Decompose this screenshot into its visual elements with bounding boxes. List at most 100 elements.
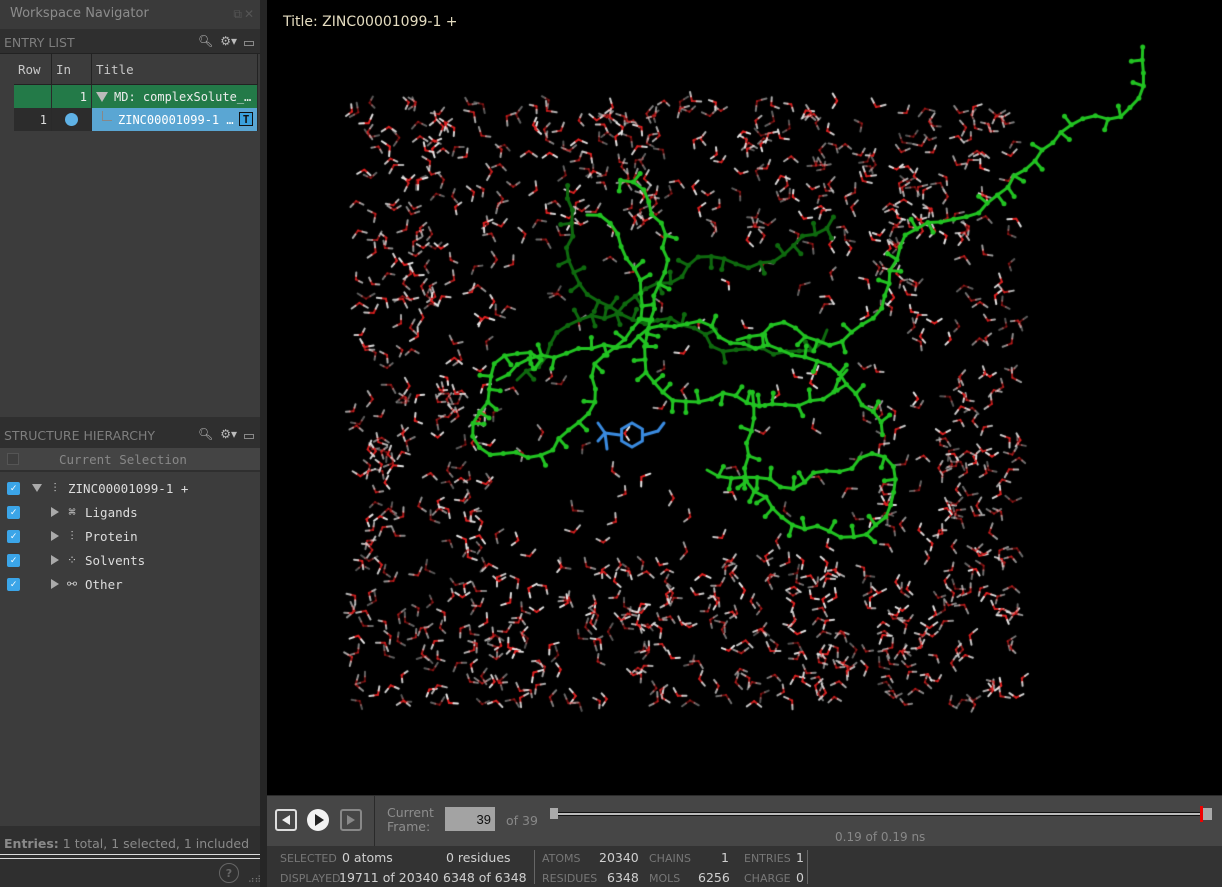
selected-atoms: 0 atoms bbox=[342, 850, 393, 865]
divider bbox=[807, 850, 808, 884]
tree-item-label: Ligands bbox=[85, 504, 138, 520]
search-icon[interactable]: 🔍︎ bbox=[198, 427, 213, 441]
step-forward-icon bbox=[347, 815, 355, 825]
residues-value: 6348 bbox=[607, 870, 639, 885]
expand-triangle-icon[interactable] bbox=[51, 579, 59, 589]
included-toggle[interactable] bbox=[52, 108, 92, 131]
molecular-structure-canvas[interactable] bbox=[267, 0, 1222, 795]
current-frame-input[interactable] bbox=[445, 807, 495, 831]
selected-label: SELECTED bbox=[280, 852, 337, 865]
solvent-dots-icon: ⁘ bbox=[66, 553, 78, 567]
minimize-icon[interactable] bbox=[244, 434, 254, 439]
expand-triangle-icon[interactable] bbox=[51, 507, 59, 517]
tree-item-label: Other bbox=[85, 576, 123, 592]
checkbox-protein[interactable]: ✓ bbox=[7, 529, 20, 543]
tree-item-label: ZINC00001099-1 + bbox=[68, 480, 189, 496]
gear-icon[interactable]: ⚙▾ bbox=[220, 34, 237, 48]
panel-edge bbox=[260, 0, 267, 887]
expand-triangle-icon[interactable] bbox=[51, 531, 59, 541]
time-readout: 0.19 of 0.19 ns bbox=[835, 830, 926, 844]
structure-hierarchy-header: STRUCTURE HIERARCHY 🔍︎ ⚙▾ bbox=[0, 424, 260, 446]
status-bar: SELECTED 0 atoms 0 residues DISPLAYED 19… bbox=[267, 846, 1222, 887]
viewer-title: Title: ZINC00001099-1 + bbox=[283, 14, 458, 30]
column-header-title[interactable]: Title bbox=[92, 54, 258, 84]
tree-item-other[interactable]: ✓ ⚯ Other bbox=[0, 572, 260, 596]
entries-status-label: Entries: bbox=[4, 836, 59, 851]
selected-residues: 0 residues bbox=[446, 850, 511, 865]
group-row[interactable]: 1 MD: complexSolute_… bbox=[14, 85, 258, 108]
entries-label: ENTRIES bbox=[744, 852, 791, 865]
tree-item-label: Solvents bbox=[85, 552, 146, 568]
table-row[interactable]: 1 ZINC00001099-1 … T bbox=[14, 108, 258, 131]
expand-triangle-icon[interactable] bbox=[51, 555, 59, 565]
divider bbox=[534, 850, 535, 884]
expand-triangle-icon[interactable] bbox=[96, 91, 108, 102]
checkbox-other[interactable]: ✓ bbox=[7, 577, 20, 591]
title-badge-icon[interactable]: T bbox=[239, 112, 253, 126]
frame-slider-track[interactable] bbox=[555, 812, 1205, 816]
checkbox-root[interactable]: ✓ bbox=[7, 481, 20, 495]
entry-title-cell[interactable]: ZINC00001099-1 … T bbox=[92, 108, 258, 131]
protein-helix-icon: ⫶ bbox=[70, 528, 74, 543]
row-number: 1 bbox=[14, 108, 52, 131]
structure-hierarchy-title: STRUCTURE HIERARCHY bbox=[4, 428, 156, 443]
3d-workspace-viewer[interactable]: Title: ZINC00001099-1 + bbox=[267, 0, 1222, 795]
checkbox-solvents[interactable]: ✓ bbox=[7, 553, 20, 567]
play-button[interactable] bbox=[307, 809, 329, 831]
current-selection-checkbox[interactable] bbox=[7, 453, 19, 465]
charge-value: 0 bbox=[796, 870, 804, 885]
previous-frame-button[interactable] bbox=[275, 809, 297, 831]
frame-label-line1: Current bbox=[387, 805, 434, 820]
displayed-label: DISPLAYED bbox=[280, 872, 341, 885]
column-header-in[interactable]: In bbox=[52, 54, 92, 84]
displayed-residues: 6348 of 6348 bbox=[443, 870, 527, 885]
included-dot-icon bbox=[65, 113, 78, 126]
molecule-icon: ⫶ bbox=[53, 480, 57, 495]
trajectory-playback-bar: Current Frame: of 39 0.19 of 0.19 ns bbox=[267, 795, 1222, 847]
group-in-count: 1 bbox=[52, 85, 92, 108]
current-frame-label: Current Frame: bbox=[387, 806, 434, 834]
minimize-icon[interactable] bbox=[244, 41, 254, 46]
search-icon[interactable]: 🔍︎ bbox=[198, 34, 213, 48]
frame-total: of 39 bbox=[506, 813, 538, 828]
slider-current-position[interactable] bbox=[1200, 806, 1203, 822]
residues-label: RESIDUES bbox=[542, 872, 598, 885]
column-header-row[interactable]: Row bbox=[14, 54, 52, 84]
charge-label: CHARGE bbox=[744, 872, 791, 885]
collapse-triangle-icon[interactable] bbox=[32, 484, 42, 492]
current-selection-row[interactable]: Current Selection bbox=[0, 448, 260, 472]
checkbox-ligands[interactable]: ✓ bbox=[7, 505, 20, 519]
gear-icon[interactable]: ⚙▾ bbox=[220, 427, 237, 441]
workspace-navigator-panel: Workspace Navigator ⧉✕ ENTRY LIST 🔍︎ ⚙▾ … bbox=[0, 0, 267, 887]
step-back-icon bbox=[282, 815, 290, 825]
group-title-cell: MD: complexSolute_… bbox=[92, 85, 258, 108]
slider-end-handle[interactable] bbox=[1202, 808, 1212, 820]
mols-label: MOLS bbox=[649, 872, 681, 885]
entries-value: 1 bbox=[796, 850, 804, 865]
entry-list-table: Row In Title 1 MD: complexSolute_… 1 ZIN… bbox=[14, 54, 258, 131]
entry-list-table-area: Row In Title 1 MD: complexSolute_… 1 ZIN… bbox=[0, 53, 260, 417]
restore-icon[interactable]: ⧉ bbox=[233, 7, 244, 21]
frame-label-line2: Frame: bbox=[387, 819, 431, 834]
tree-item-solvents[interactable]: ✓ ⁘ Solvents bbox=[0, 548, 260, 572]
close-icon[interactable]: ✕ bbox=[244, 7, 256, 21]
mols-value: 6256 bbox=[698, 870, 730, 885]
group-title: MD: complexSolute_… bbox=[114, 89, 252, 104]
tree-item-ligands[interactable]: ✓ ⌘ Ligands bbox=[0, 500, 260, 524]
tree-item-root[interactable]: ✓ ⫶ ZINC00001099-1 + bbox=[0, 476, 260, 500]
next-frame-button[interactable] bbox=[340, 809, 362, 831]
help-button[interactable]: ? bbox=[219, 863, 239, 883]
chains-value: 1 bbox=[721, 850, 729, 865]
panel-splitter[interactable] bbox=[0, 854, 260, 859]
entries-status-text: 1 total, 1 selected, 1 included bbox=[62, 836, 250, 851]
atoms-label: ATOMS bbox=[542, 852, 581, 865]
structure-hierarchy-tree: Current Selection ✓ ⫶ ZINC00001099-1 + ✓… bbox=[0, 448, 260, 826]
group-row-number bbox=[14, 85, 52, 108]
other-nodes-icon: ⚯ bbox=[66, 577, 78, 591]
tree-connector-icon bbox=[102, 110, 112, 121]
current-selection-label: Current Selection bbox=[59, 451, 187, 467]
play-icon bbox=[315, 814, 324, 826]
tree-item-protein[interactable]: ✓ ⫶ Protein bbox=[0, 524, 260, 548]
entries-status: Entries: 1 total, 1 selected, 1 included bbox=[4, 836, 249, 851]
slider-start-handle[interactable] bbox=[550, 808, 558, 819]
